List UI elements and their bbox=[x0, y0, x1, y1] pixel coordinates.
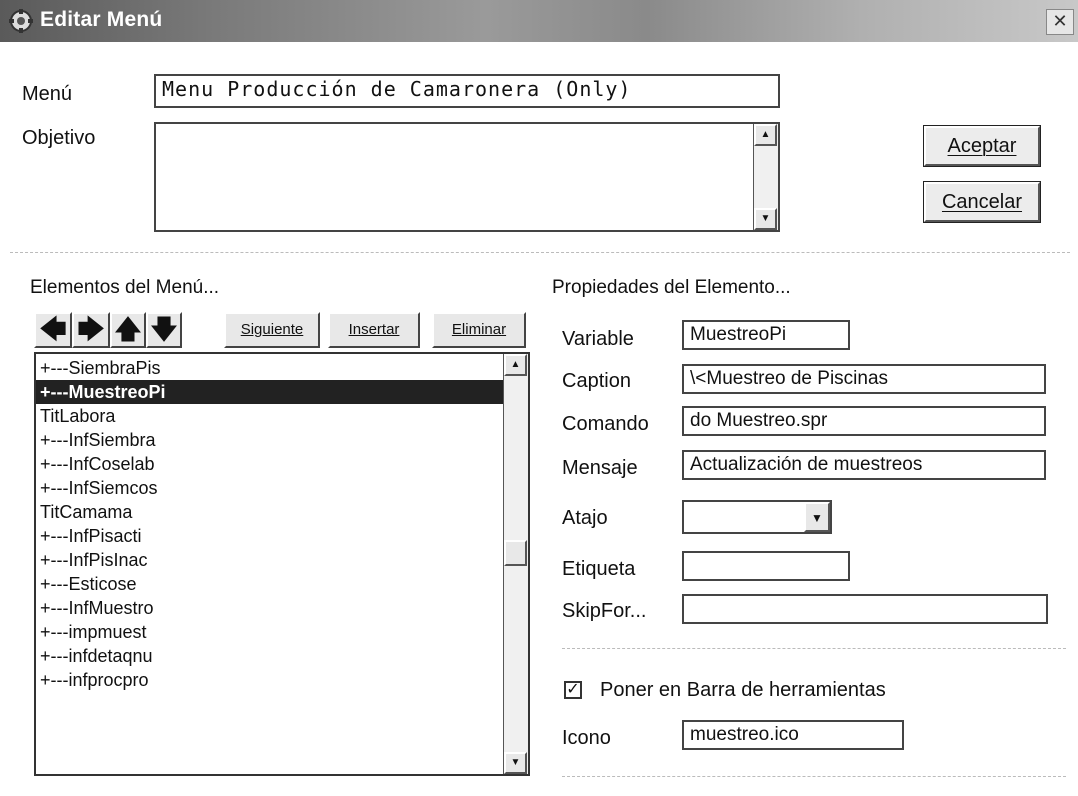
menu-elements-list[interactable]: +---SiembraPis +---MuestreoPi TitLabora +--… bbox=[34, 352, 530, 776]
delete-label: Eliminar bbox=[451, 321, 507, 338]
divider-bottom bbox=[562, 776, 1066, 777]
list-items: +---SiembraPis +---MuestreoPi TitLabora +--… bbox=[36, 356, 506, 692]
list-scrollbar[interactable]: ▲ ▼ bbox=[503, 354, 528, 774]
next-button[interactable]: Siguiente bbox=[224, 312, 320, 348]
window-title: Editar Menú bbox=[40, 8, 163, 31]
insert-label: Insertar bbox=[348, 321, 400, 338]
caption-field[interactable]: \<Muestreo de Piscinas bbox=[682, 364, 1046, 394]
move-right-button[interactable]: 🡆 bbox=[72, 312, 110, 348]
toolbar-checkbox-label: Poner en Barra de herramientas bbox=[600, 679, 886, 701]
mensaje-label: Mensaje bbox=[562, 457, 638, 479]
objetivo-textarea[interactable]: ▲ ▼ bbox=[154, 122, 780, 232]
list-item[interactable]: +---InfSiembra bbox=[36, 428, 506, 452]
list-scroll-up-icon[interactable]: ▲ bbox=[504, 354, 527, 376]
list-item[interactable]: +---InfCoselab bbox=[36, 452, 506, 476]
elements-section-title: Elementos del Menú... bbox=[30, 277, 220, 298]
list-item[interactable]: +---Esticose bbox=[36, 572, 506, 596]
accept-button[interactable]: Aceptar bbox=[923, 125, 1041, 167]
scroll-down-icon[interactable]: ▼ bbox=[754, 208, 777, 230]
comando-label: Comando bbox=[562, 413, 649, 435]
next-label: Siguiente bbox=[240, 321, 304, 338]
list-item[interactable]: +---impmuest bbox=[36, 620, 506, 644]
app-gear-icon bbox=[9, 9, 33, 33]
insert-button[interactable]: Insertar bbox=[328, 312, 420, 348]
variable-field[interactable]: MuestreoPi bbox=[682, 320, 850, 350]
list-item[interactable]: +---InfSiemcos bbox=[36, 476, 506, 500]
list-scroll-thumb[interactable] bbox=[504, 540, 527, 566]
cancel-button[interactable]: Cancelar bbox=[923, 181, 1041, 223]
divider-top bbox=[10, 252, 1070, 253]
caption-label: Caption bbox=[562, 370, 631, 392]
menu-field[interactable]: Menu Producción de Camaronera (Only) bbox=[154, 74, 780, 108]
move-down-button[interactable]: 🡇 bbox=[146, 312, 182, 348]
comando-field[interactable]: do Muestreo.spr bbox=[682, 406, 1046, 436]
cancel-label: Cancelar bbox=[941, 191, 1023, 213]
arrow-right-icon: 🡆 bbox=[77, 314, 105, 344]
list-item[interactable]: +---infdetaqnu bbox=[36, 644, 506, 668]
icono-field[interactable]: muestreo.ico bbox=[682, 720, 904, 750]
arrow-down-icon: 🡇 bbox=[150, 314, 178, 344]
etiqueta-field[interactable] bbox=[682, 551, 850, 581]
close-button[interactable]: ✕ bbox=[1046, 9, 1074, 35]
mensaje-field[interactable]: Actualización de muestreos bbox=[682, 450, 1046, 480]
list-item[interactable]: TitCamama bbox=[36, 500, 506, 524]
scroll-up-icon[interactable]: ▲ bbox=[754, 124, 777, 146]
toolbar-checkbox[interactable]: ✓ bbox=[564, 681, 582, 699]
checkmark-icon: ✓ bbox=[566, 681, 580, 698]
skipfor-field[interactable] bbox=[682, 594, 1048, 624]
icono-label: Icono bbox=[562, 727, 611, 749]
menu-label: Menú bbox=[22, 83, 73, 105]
arrow-up-icon: 🡅 bbox=[114, 314, 142, 344]
objetivo-label: Objetivo bbox=[22, 127, 96, 149]
list-item[interactable]: +---SiembraPis bbox=[36, 356, 506, 380]
list-item[interactable]: +---InfPisInac bbox=[36, 548, 506, 572]
move-up-button[interactable]: 🡅 bbox=[110, 312, 146, 348]
accept-label: Aceptar bbox=[947, 135, 1017, 157]
list-scroll-down-icon[interactable]: ▼ bbox=[504, 752, 527, 774]
etiqueta-label: Etiqueta bbox=[562, 558, 636, 580]
objetivo-scrollbar[interactable]: ▲ ▼ bbox=[753, 124, 778, 230]
skipfor-label: SkipFor... bbox=[562, 600, 647, 622]
list-item[interactable]: +---InfMuestro bbox=[36, 596, 506, 620]
atajo-label: Atajo bbox=[562, 507, 608, 529]
list-item[interactable]: +---infprocpro bbox=[36, 668, 506, 692]
variable-label: Variable bbox=[562, 328, 634, 350]
delete-button[interactable]: Eliminar bbox=[432, 312, 526, 348]
close-icon: ✕ bbox=[1052, 11, 1068, 31]
title-bar: Editar Menú ✕ bbox=[0, 0, 1078, 42]
list-item[interactable]: TitLabora bbox=[36, 404, 506, 428]
move-left-button[interactable]: 🡄 bbox=[34, 312, 72, 348]
properties-section-title: Propiedades del Elemento... bbox=[552, 277, 791, 298]
atajo-dropdown[interactable]: ▼ bbox=[682, 500, 832, 534]
divider-properties bbox=[562, 648, 1066, 649]
list-item[interactable]: +---InfPisacti bbox=[36, 524, 506, 548]
list-item[interactable]: +---MuestreoPi bbox=[36, 380, 506, 404]
arrow-left-icon: 🡄 bbox=[39, 314, 67, 344]
chevron-down-icon[interactable]: ▼ bbox=[804, 502, 830, 532]
